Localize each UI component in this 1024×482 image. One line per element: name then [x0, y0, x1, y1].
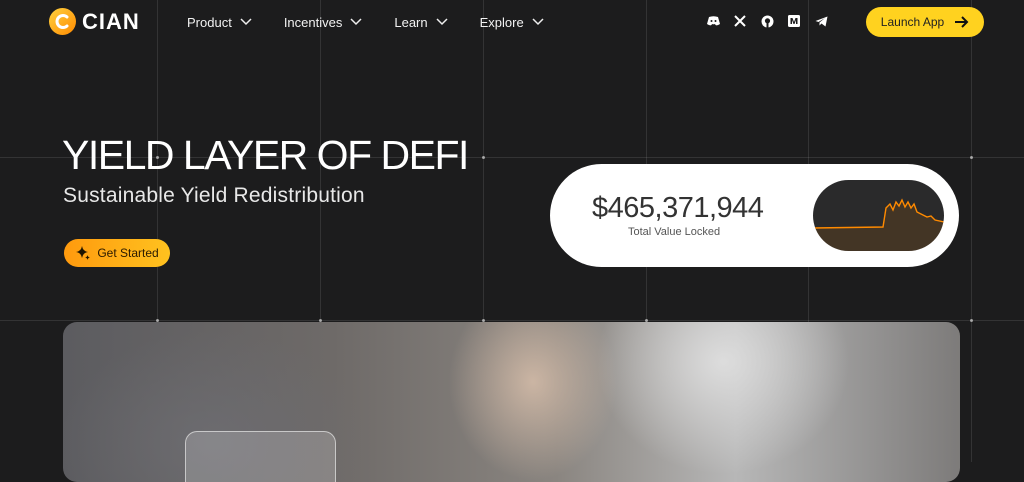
- logo[interactable]: CIAN: [49, 8, 140, 35]
- chevron-down-icon: [240, 18, 252, 26]
- main-nav: Product Incentives Learn Explore: [187, 13, 576, 31]
- x-icon[interactable]: [733, 14, 747, 28]
- telegram-icon[interactable]: [814, 14, 828, 28]
- launch-app-button[interactable]: Launch App: [866, 7, 984, 37]
- nav-item-learn[interactable]: Learn: [394, 13, 448, 31]
- tvl-sparkline: [813, 180, 944, 251]
- get-started-button[interactable]: Get Started: [64, 239, 170, 267]
- chevron-down-icon: [436, 18, 448, 26]
- grid-dot: [482, 156, 485, 159]
- hero-banner-image: [63, 322, 960, 482]
- sparkline-area: [813, 200, 944, 251]
- page-title: YIELD LAYER OF DEFI: [62, 132, 469, 178]
- arrow-right-icon: [955, 16, 969, 28]
- nav-label: Product: [187, 14, 232, 30]
- chevron-down-icon: [532, 18, 544, 26]
- banner-glass-card: [185, 431, 336, 482]
- chevron-down-icon: [350, 18, 362, 26]
- tvl-amount: $465,371,944: [592, 192, 764, 224]
- medium-icon[interactable]: [787, 14, 801, 28]
- grid-line: [971, 0, 972, 462]
- nav-label: Incentives: [283, 14, 343, 30]
- tvl-label: Total Value Locked: [628, 226, 721, 238]
- tvl-card: $465,371,944 Total Value Locked: [550, 164, 959, 267]
- grid-dot: [970, 319, 973, 322]
- sparkle-icon: [76, 246, 91, 260]
- get-started-label: Get Started: [97, 246, 159, 260]
- page-subtitle: Sustainable Yield Redistribution: [63, 184, 365, 207]
- brand-name: CIAN: [82, 8, 140, 34]
- grid-dot: [970, 156, 973, 159]
- launch-app-label: Launch App: [880, 15, 945, 29]
- github-icon[interactable]: [760, 14, 774, 28]
- tvl-sparkline-svg: [813, 198, 944, 251]
- discord-icon[interactable]: [706, 14, 720, 28]
- nav-item-incentives[interactable]: Incentives: [284, 13, 363, 31]
- nav-label: Learn: [394, 14, 428, 30]
- nav-item-explore[interactable]: Explore: [480, 13, 544, 31]
- nav-item-product[interactable]: Product: [187, 13, 252, 31]
- nav-label: Explore: [479, 14, 524, 30]
- cian-logo-icon: [49, 8, 76, 35]
- grid-line: [0, 320, 1024, 321]
